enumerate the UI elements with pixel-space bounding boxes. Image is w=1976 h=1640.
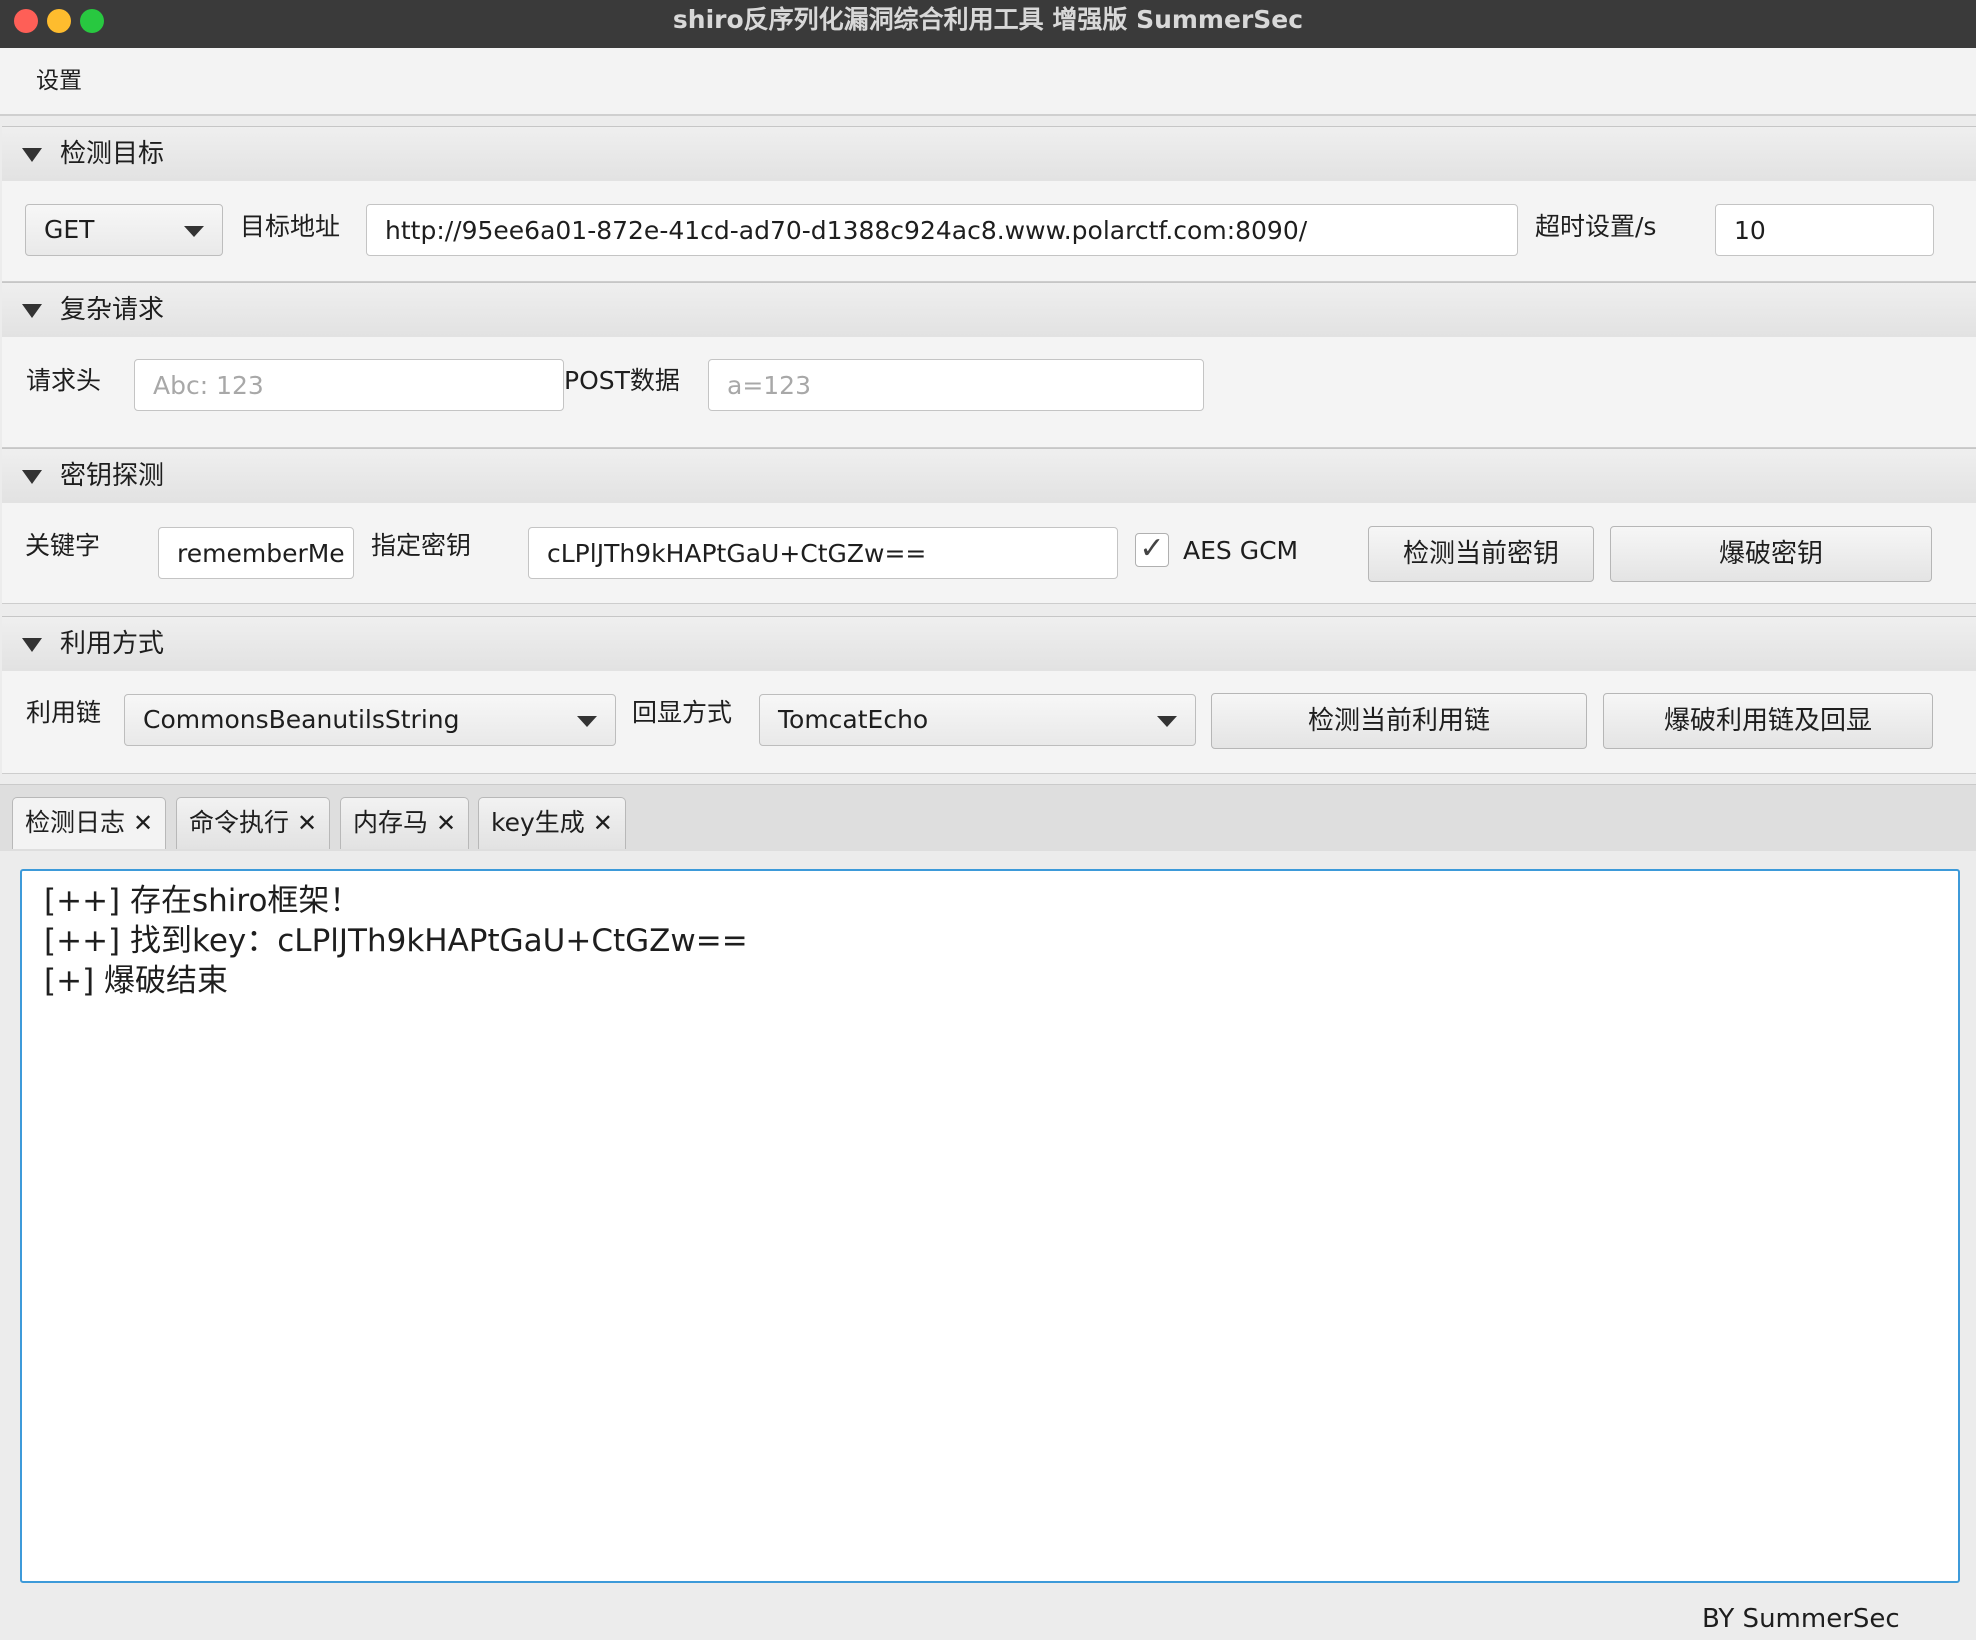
log-line: [++] 找到key：cLPlJTh9kHAPtGaU+CtGZw== [44, 923, 748, 959]
log-line: [+] 爆破结束 [44, 963, 229, 999]
check-chain-button[interactable]: 检测当前利用链 [1211, 693, 1587, 749]
tab-command-exec[interactable]: 命令执行 ✕ [176, 797, 331, 849]
footer-credit: BY SummerSec [1702, 1604, 1900, 1634]
tab-memory-shell[interactable]: 内存马 ✕ [340, 797, 470, 849]
section-title: 利用方式 [60, 629, 165, 659]
url-input[interactable]: http://95ee6a01-872e-41cd-ad70-d1388c924… [366, 204, 1518, 256]
section-body-key: 关键字 rememberMe 指定密钥 cLPlJTh9kHAPtGaU+CtG… [2, 503, 1976, 604]
close-icon[interactable]: ✕ [297, 809, 317, 837]
tab-label: key生成 [491, 808, 585, 837]
tab-key-gen[interactable]: key生成 ✕ [478, 797, 626, 849]
chevron-down-icon [184, 226, 204, 237]
checkmark-icon: ✓ [1139, 531, 1165, 566]
section-title: 检测目标 [60, 139, 165, 169]
timeout-input[interactable]: 10 [1715, 204, 1934, 256]
specified-key-label: 指定密钥 [371, 531, 472, 560]
request-header-input[interactable]: Abc: 123 [134, 359, 564, 411]
section-header-complex[interactable]: 复杂请求 [2, 282, 1976, 338]
chain-label: 利用链 [26, 698, 102, 727]
section-header-target[interactable]: 检测目标 [2, 126, 1976, 182]
log-line: [++] 存在shiro框架！ [44, 883, 361, 919]
echo-value: TomcatEcho [778, 705, 929, 734]
check-key-button[interactable]: 检测当前密钥 [1368, 526, 1594, 582]
post-data-label: POST数据 [564, 366, 680, 395]
collapse-arrow-icon [22, 304, 42, 318]
chain-value: CommonsBeanutilsString [143, 705, 460, 734]
request-header-label: 请求头 [26, 366, 102, 395]
echo-label: 回显方式 [632, 698, 733, 727]
section-header-exploit[interactable]: 利用方式 [2, 616, 1976, 672]
collapse-arrow-icon [22, 638, 42, 652]
collapse-arrow-icon [22, 148, 42, 162]
tab-detect-log[interactable]: 检测日志 ✕ [12, 797, 167, 849]
close-icon[interactable]: ✕ [436, 809, 456, 837]
brute-key-button[interactable]: 爆破密钥 [1610, 526, 1932, 582]
menu-settings[interactable]: 设置 [36, 66, 82, 96]
specified-key-input[interactable]: cLPlJTh9kHAPtGaU+CtGZw== [528, 527, 1118, 579]
section-body-exploit: 利用链 CommonsBeanutilsString 回显方式 TomcatEc… [2, 671, 1976, 774]
section-body-target: GET 目标地址 http://95ee6a01-872e-41cd-ad70-… [2, 181, 1976, 282]
window-title: shiro反序列化漏洞综合利用工具 增强版 SummerSec [672, 5, 1304, 34]
keyword-input[interactable]: rememberMe [158, 527, 354, 579]
tab-label: 内存马 [353, 808, 429, 837]
collapse-arrow-icon [22, 470, 42, 484]
section-title: 密钥探测 [60, 461, 165, 491]
menubar: 设置 [0, 48, 1976, 116]
method-select[interactable]: GET [25, 204, 223, 256]
method-value: GET [44, 215, 95, 244]
brute-chain-button[interactable]: 爆破利用链及回显 [1603, 693, 1933, 749]
chain-select[interactable]: CommonsBeanutilsString [124, 694, 616, 746]
chevron-down-icon [577, 716, 597, 727]
close-icon[interactable]: ✕ [133, 809, 153, 837]
post-data-input[interactable]: a=123 [708, 359, 1204, 411]
aes-gcm-label: AES GCM [1183, 536, 1299, 565]
section-header-key[interactable]: 密钥探测 [2, 448, 1976, 504]
section-body-complex: 请求头 Abc: 123 POST数据 a=123 [2, 337, 1976, 448]
aes-gcm-checkbox[interactable]: ✓ [1135, 533, 1169, 567]
keyword-label: 关键字 [25, 531, 101, 560]
tab-label: 检测日志 [25, 808, 126, 837]
chevron-down-icon [1157, 716, 1177, 727]
echo-select[interactable]: TomcatEcho [759, 694, 1196, 746]
log-textarea[interactable]: [++] 存在shiro框架！ [++] 找到key：cLPlJTh9kHAPt… [20, 869, 1960, 1583]
url-label: 目标地址 [240, 212, 341, 241]
window-titlebar: shiro反序列化漏洞综合利用工具 增强版 SummerSec [0, 0, 1976, 48]
section-title: 复杂请求 [60, 295, 165, 325]
close-icon[interactable]: ✕ [593, 809, 613, 837]
timeout-label: 超时设置/s [1535, 212, 1657, 241]
tab-label: 命令执行 [189, 808, 290, 837]
